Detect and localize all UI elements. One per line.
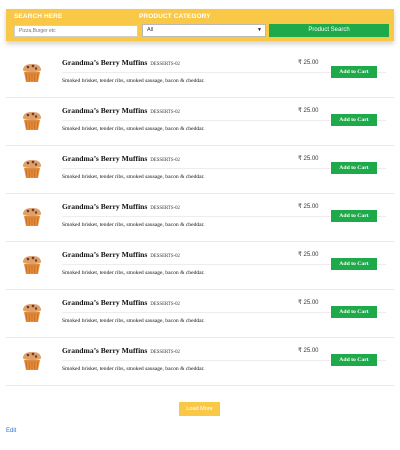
product-name: Grandma’s Berry Muffins (62, 154, 148, 163)
product-title: Grandma’s Berry Muffins DESSERTS-02 (62, 202, 180, 211)
category-select-value: All (147, 27, 154, 33)
product-description: Smoked brisket, tender ribs, smoked saus… (62, 174, 205, 180)
product-price: ₹ 25.00 (298, 107, 319, 114)
product-description: Smoked brisket, tender ribs, smoked saus… (62, 126, 205, 132)
product-title: Grandma’s Berry Muffins DESSERTS-02 (62, 298, 180, 307)
product-name: Grandma’s Berry Muffins (62, 298, 148, 307)
product-name: Grandma’s Berry Muffins (62, 202, 148, 211)
product-price: ₹ 25.00 (298, 251, 319, 258)
add-to-cart-button[interactable]: Add to Cart (331, 306, 377, 318)
add-to-cart-button[interactable]: Add to Cart (331, 66, 377, 78)
product-name: Grandma’s Berry Muffins (62, 250, 148, 259)
edit-link[interactable]: Edit (6, 428, 16, 434)
price-value: 25.00 (303, 204, 319, 210)
muffin-image (20, 62, 44, 84)
dropdown-arrow-icon: ▼ (257, 27, 262, 33)
product-name: Grandma’s Berry Muffins (62, 58, 148, 67)
product-sku: DESSERTS-02 (150, 350, 180, 355)
add-to-cart-button[interactable]: Add to Cart (331, 162, 377, 174)
list-item: Grandma’s Berry Muffins DESSERTS-02 ₹ 25.0… (6, 50, 394, 98)
product-description: Smoked brisket, tender ribs, smoked saus… (62, 270, 205, 276)
product-title: Grandma’s Berry Muffins DESSERTS-02 (62, 106, 180, 115)
category-select[interactable]: All ▼ (142, 24, 266, 37)
muffin-image (20, 254, 44, 276)
price-value: 25.00 (303, 252, 319, 258)
product-sku: DESSERTS-02 (150, 206, 180, 211)
list-item: Grandma’s Berry Muffins DESSERTS-02 ₹ 25.0… (6, 146, 394, 194)
price-value: 25.00 (303, 60, 319, 66)
list-item: Grandma’s Berry Muffins DESSERTS-02 ₹ 25.0… (6, 290, 394, 338)
product-description: Smoked brisket, tender ribs, smoked saus… (62, 78, 205, 84)
product-title: Grandma’s Berry Muffins DESSERTS-02 (62, 154, 180, 163)
price-value: 25.00 (303, 300, 319, 306)
search-input[interactable] (14, 25, 138, 37)
price-value: 25.00 (303, 156, 319, 162)
product-list: Grandma’s Berry Muffins DESSERTS-02 ₹ 25.0… (6, 50, 394, 386)
product-sku: DESSERTS-02 (150, 62, 180, 67)
list-item: Grandma’s Berry Muffins DESSERTS-02 ₹ 25.0… (6, 242, 394, 290)
muffin-image (20, 110, 44, 132)
load-more-button[interactable]: Load More (179, 402, 220, 416)
search-label: SEARCH HERE (14, 13, 63, 20)
list-item: Grandma’s Berry Muffins DESSERTS-02 ₹ 25.0… (6, 338, 394, 386)
muffin-image (20, 350, 44, 372)
list-item: Grandma’s Berry Muffins DESSERTS-02 ₹ 25.0… (6, 194, 394, 242)
list-item: Grandma’s Berry Muffins DESSERTS-02 ₹ 25.0… (6, 98, 394, 146)
add-to-cart-button[interactable]: Add to Cart (331, 114, 377, 126)
category-label: PRODUCT CATEGORY (139, 13, 211, 20)
product-sku: DESSERTS-02 (150, 254, 180, 259)
product-sku: DESSERTS-02 (150, 302, 180, 307)
product-price: ₹ 25.00 (298, 203, 319, 210)
product-search-button[interactable]: Product Search (269, 24, 389, 37)
add-to-cart-button[interactable]: Add to Cart (331, 210, 377, 222)
product-description: Smoked brisket, tender ribs, smoked saus… (62, 366, 205, 372)
price-value: 25.00 (303, 108, 319, 114)
product-sku: DESSERTS-02 (150, 110, 180, 115)
product-name: Grandma’s Berry Muffins (62, 346, 148, 355)
add-to-cart-button[interactable]: Add to Cart (331, 354, 377, 366)
product-price: ₹ 25.00 (298, 155, 319, 162)
search-bar: SEARCH HERE PRODUCT CATEGORY All ▼ Produ… (6, 9, 394, 41)
product-title: Grandma’s Berry Muffins DESSERTS-02 (62, 346, 180, 355)
product-sku: DESSERTS-02 (150, 158, 180, 163)
muffin-image (20, 206, 44, 228)
muffin-image (20, 302, 44, 324)
muffin-image (20, 158, 44, 180)
product-description: Smoked brisket, tender ribs, smoked saus… (62, 222, 205, 228)
product-title: Grandma’s Berry Muffins DESSERTS-02 (62, 250, 180, 259)
product-price: ₹ 25.00 (298, 299, 319, 306)
product-title: Grandma’s Berry Muffins DESSERTS-02 (62, 58, 180, 67)
add-to-cart-button[interactable]: Add to Cart (331, 258, 377, 270)
price-value: 25.00 (303, 348, 319, 354)
product-name: Grandma’s Berry Muffins (62, 106, 148, 115)
product-description: Smoked brisket, tender ribs, smoked saus… (62, 318, 205, 324)
product-price: ₹ 25.00 (298, 347, 319, 354)
product-price: ₹ 25.00 (298, 59, 319, 66)
